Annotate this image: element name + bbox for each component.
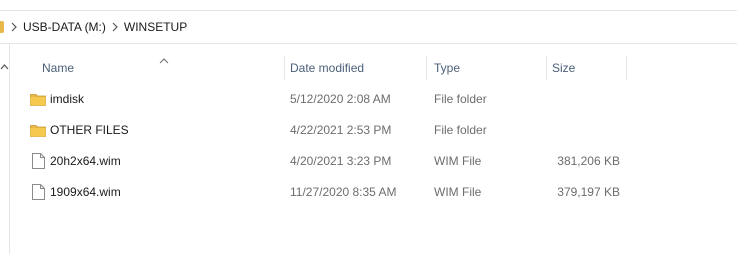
folder-icon [30, 122, 46, 138]
folder-icon [0, 21, 4, 33]
column-header-type-label: Type [434, 61, 461, 75]
size-cell [550, 115, 620, 145]
folder-icon [30, 91, 46, 107]
size-cell [550, 84, 620, 114]
name-cell: 1909x64.wim [30, 177, 121, 207]
date-modified-cell: 5/12/2020 2:08 AM [290, 92, 391, 106]
file-name: 1909x64.wim [50, 185, 121, 199]
column-header-row: Name Date modified Type Size [10, 52, 737, 84]
window-top-edge [0, 0, 737, 11]
type-cell: File folder [434, 123, 487, 137]
name-cell: OTHER FILES [30, 115, 129, 145]
file-row[interactable]: 20h2x64.wim 4/20/2021 3:23 PM WIM File 3… [10, 146, 737, 176]
address-bar[interactable]: USB-DATA (M:) WINSETUP [0, 11, 737, 44]
file-icon [30, 153, 46, 169]
file-name: OTHER FILES [50, 123, 129, 137]
chevron-right-icon[interactable] [8, 11, 20, 43]
date-modified-cell: 4/22/2021 2:53 PM [290, 123, 392, 137]
column-divider[interactable] [426, 56, 427, 80]
file-icon [30, 184, 46, 200]
date-modified-cell: 11/27/2020 8:35 AM [290, 185, 397, 199]
file-name: 20h2x64.wim [50, 154, 121, 168]
scroll-up-icon[interactable] [0, 60, 9, 70]
column-header-size[interactable]: Size [552, 52, 575, 84]
size-cell: 381,206 KB [557, 154, 620, 168]
file-row[interactable]: OTHER FILES 4/22/2021 2:53 PM File folde… [10, 115, 737, 145]
type-cell: File folder [434, 92, 487, 106]
file-row[interactable]: imdisk 5/12/2020 2:08 AM File folder [10, 84, 737, 114]
column-header-size-label: Size [552, 61, 576, 75]
type-cell: WIM File [434, 185, 482, 199]
column-header-type[interactable]: Type [434, 52, 460, 84]
name-cell: imdisk [30, 84, 84, 114]
type-cell: WIM File [434, 154, 482, 168]
sort-ascending-icon [158, 54, 170, 64]
navigation-pane-edge [0, 44, 10, 254]
column-divider[interactable] [546, 56, 547, 80]
column-header-date-label: Date modified [290, 61, 365, 75]
size-cell: 379,197 KB [557, 185, 620, 199]
name-cell: 20h2x64.wim [30, 146, 121, 176]
column-header-name[interactable]: Name [42, 52, 74, 84]
column-divider[interactable] [284, 56, 285, 80]
file-row[interactable]: 1909x64.wim 11/27/2020 8:35 AM WIM File … [10, 177, 737, 207]
column-divider[interactable] [626, 56, 627, 80]
column-header-date-modified[interactable]: Date modified [290, 52, 364, 84]
date-modified-cell: 4/20/2021 3:23 PM [290, 154, 392, 168]
breadcrumb-label: WINSETUP [123, 20, 188, 34]
breadcrumb-item-winsetup[interactable]: WINSETUP [124, 20, 187, 34]
column-header-name-label: Name [42, 61, 75, 75]
chevron-right-icon[interactable] [109, 11, 121, 43]
breadcrumb-item-usb-data[interactable]: USB-DATA (M:) [20, 20, 106, 34]
file-name: imdisk [50, 92, 85, 106]
breadcrumb-label: USB-DATA (M:) [23, 20, 106, 34]
